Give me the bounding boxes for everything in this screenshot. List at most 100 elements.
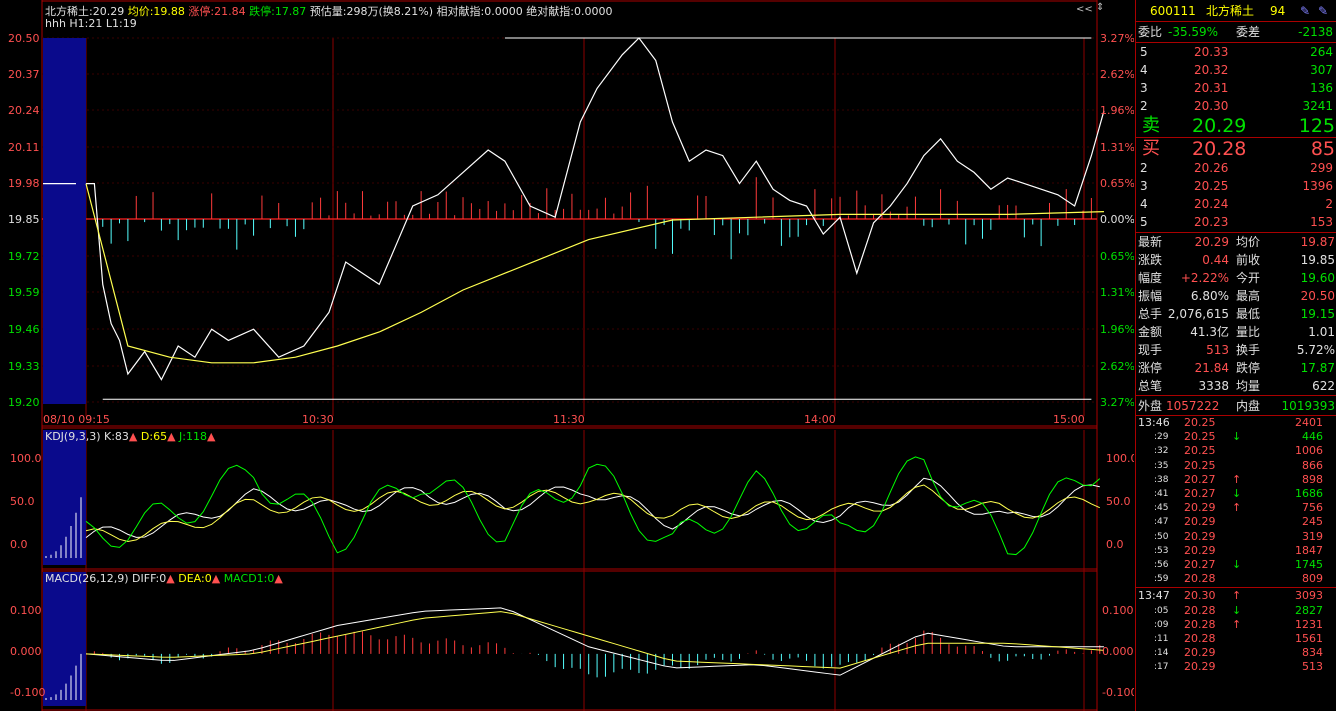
tick-time: 13:46 — [1138, 416, 1170, 429]
intraday-chart[interactable]: 20.50 20.37 20.24 20.11 19.98 19.85 19.72 19.59… — [0, 0, 1134, 711]
bid-price: 20.23 — [1194, 215, 1229, 229]
tick-volume: 2827 — [1295, 603, 1323, 617]
ask-row[interactable]: 2 20.30 3241 — [1136, 97, 1336, 115]
tick-time: :38 — [1154, 474, 1169, 485]
kdj-j-arrow: ▲ — [207, 430, 216, 443]
tick-time: :29 — [1154, 432, 1169, 443]
tick-volume: 1006 — [1295, 444, 1323, 458]
tick-row[interactable]: :17 20.29 513 — [1136, 660, 1336, 674]
buy1-price: 20.28 — [1192, 138, 1247, 160]
tick-price: 20.27 — [1184, 558, 1216, 571]
tick-price: 20.29 — [1184, 543, 1216, 557]
stat-label: 前收 — [1236, 253, 1261, 267]
tick-row[interactable]: 13:46 20.25 2401 — [1136, 416, 1336, 430]
collapse-button[interactable]: << — [1076, 4, 1093, 15]
tick-price: 20.27 — [1184, 472, 1216, 486]
tick-row[interactable]: :53 20.29 1847 — [1136, 544, 1336, 558]
ask-price: 20.32 — [1194, 63, 1229, 77]
buy1-volume: 85 — [1310, 138, 1335, 160]
divider — [1136, 395, 1336, 396]
stat-row: 最新 20.29 均价 19.87 — [1136, 233, 1336, 251]
absolute-contrib-label: 绝对献指:0.0000 — [526, 5, 613, 18]
stat-value: 6.80% — [1190, 289, 1229, 303]
bid-level: 5 — [1140, 215, 1148, 229]
tick-row[interactable]: :32 20.25 1006 — [1136, 444, 1336, 458]
tick-row[interactable]: :45 20.29 ↑ 756 — [1136, 501, 1336, 515]
stat-label: 振幅 — [1138, 289, 1163, 303]
kdj-lines — [45, 456, 1101, 558]
tick-row[interactable]: :05 20.28 ↓ 2827 — [1136, 604, 1336, 618]
tick-time: :32 — [1154, 446, 1169, 457]
stat-label: 换手 — [1236, 343, 1261, 357]
kdj-axis-label: 100.0 — [1106, 452, 1134, 465]
ask-row[interactable]: 4 20.32 307 — [1136, 61, 1336, 79]
outer-inner-row: 外盘 1057222 内盘 1019393 — [1136, 397, 1336, 415]
tick-row[interactable]: :56 20.27 ↓ 1745 — [1136, 558, 1336, 572]
tick-row[interactable]: 13:47 20.30 ↑ 3093 — [1136, 589, 1336, 603]
ask-row[interactable]: 5 20.33 264 — [1136, 43, 1336, 61]
bid-row[interactable]: 3 20.25 1396 — [1136, 177, 1336, 195]
macd-axis-label: 0.100 — [1102, 604, 1134, 617]
price-axis-label: 20.37 — [8, 68, 40, 81]
tick-time: 13:47 — [1138, 589, 1170, 603]
buy1-row[interactable]: 买 20.28 85 — [1136, 138, 1336, 160]
bid-row[interactable]: 4 20.24 2 — [1136, 195, 1336, 213]
tick-price: 20.28 — [1184, 617, 1216, 631]
stat-label: 量比 — [1236, 325, 1261, 339]
time-axis-label: 14:00 — [804, 413, 836, 426]
bid-row[interactable]: 2 20.26 299 — [1136, 159, 1336, 177]
tick-row[interactable]: :41 20.27 ↓ 1686 — [1136, 487, 1336, 501]
kdj-title: KDJ(9,3,3) — [45, 430, 101, 443]
chart-area[interactable]: 20.50 20.37 20.24 20.11 19.98 19.85 19.72 19.59… — [0, 0, 1134, 711]
tick-volume: 446 — [1302, 430, 1323, 444]
tick-volume: 756 — [1302, 501, 1323, 515]
tick-row[interactable]: :09 20.28 ↑ 1231 — [1136, 618, 1336, 632]
tick-time: :35 — [1154, 460, 1169, 471]
stat-row: 振幅 6.80% 最高 20.50 — [1136, 287, 1336, 305]
expand-icon[interactable]: ✎ — [1318, 2, 1328, 20]
tick-price: 20.29 — [1184, 515, 1216, 529]
stat-row: 幅度 +2.22% 今开 19.60 — [1136, 269, 1336, 287]
tick-row[interactable]: :11 20.28 1561 — [1136, 632, 1336, 646]
quote-panel: 600111 北方稀土 94 ✎ ✎ 委比 -35.59% 委差 -2138 5… — [1135, 0, 1336, 711]
limit-down-label: 跌停:17.87 — [249, 5, 307, 18]
ask-volume: 136 — [1310, 81, 1333, 95]
pin-icon[interactable]: ⇕ — [1096, 2, 1104, 13]
percent-axis-label: 1.31% — [1100, 286, 1134, 299]
tick-price: 20.29 — [1184, 501, 1216, 515]
tick-row[interactable]: :50 20.29 319 — [1136, 530, 1336, 544]
stat-value: 622 — [1312, 379, 1335, 393]
tick-time: :50 — [1154, 531, 1169, 542]
tick-row[interactable]: :14 20.29 834 — [1136, 646, 1336, 660]
stat-label: 跌停 — [1236, 361, 1261, 375]
macd-diff-arrow: ▲ — [166, 572, 175, 585]
stat-value: 19.87 — [1300, 235, 1335, 249]
bid-row[interactable]: 5 20.23 153 — [1136, 213, 1336, 231]
volume-bars — [102, 177, 1092, 260]
panel-frame — [41, 427, 1098, 570]
tick-row[interactable]: :35 20.25 866 — [1136, 459, 1336, 473]
tick-volume: 513 — [1302, 660, 1323, 674]
divider — [1136, 21, 1336, 22]
tick-row[interactable]: :38 20.27 ↑ 898 — [1136, 473, 1336, 487]
stat-label: 今开 — [1236, 271, 1261, 285]
macd-axis-label: 0.000 — [10, 645, 42, 658]
macd-lines — [45, 607, 1104, 700]
tick-arrow-icon: ↓ — [1232, 558, 1242, 571]
ask-row[interactable]: 3 20.31 136 — [1136, 79, 1336, 97]
tick-arrow-icon: ↑ — [1232, 501, 1242, 515]
stat-value: 19.15 — [1300, 307, 1335, 321]
macd-preopen-block — [43, 572, 86, 706]
tick-arrow-icon: ↓ — [1232, 430, 1242, 444]
settings-icon[interactable]: ✎ — [1300, 2, 1310, 20]
stat-value: 19.85 — [1300, 253, 1335, 267]
stat-label: 最高 — [1236, 289, 1261, 303]
tick-row[interactable]: :29 20.25 ↓ 446 — [1136, 430, 1336, 444]
stat-label: 均量 — [1236, 379, 1261, 393]
sell1-row[interactable]: 卖 20.29 125 — [1136, 115, 1336, 137]
tick-row[interactable]: :47 20.29 245 — [1136, 515, 1336, 529]
stat-value: 21.84 — [1194, 361, 1229, 375]
tick-row[interactable]: :59 20.28 809 — [1136, 572, 1336, 586]
tick-volume: 1561 — [1295, 632, 1323, 645]
tick-arrow-icon: ↓ — [1232, 487, 1242, 500]
